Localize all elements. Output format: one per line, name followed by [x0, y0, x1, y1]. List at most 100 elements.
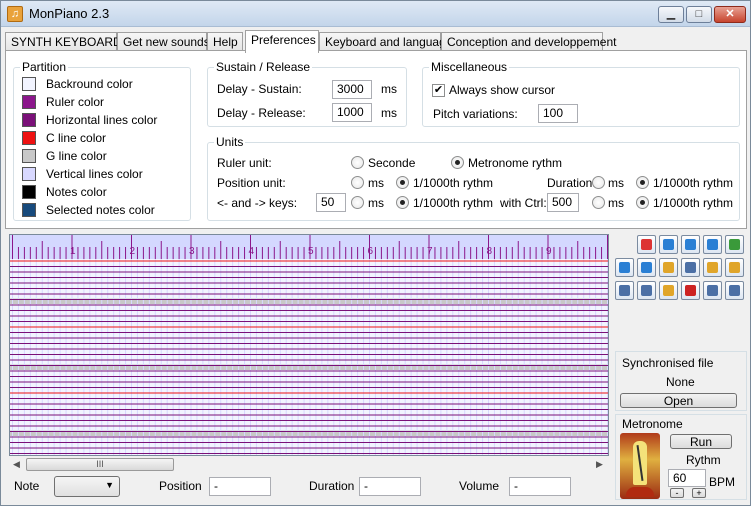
- tab-preferences[interactable]: Preferences: [245, 30, 319, 53]
- partition-title: Partition: [20, 60, 69, 74]
- open-folder-button[interactable]: [659, 258, 678, 277]
- rewind-button[interactable]: [615, 258, 634, 277]
- arrow-keys-label: <- and -> keys:: [217, 196, 298, 210]
- ruler-number: 5: [308, 246, 314, 257]
- delete-button[interactable]: [681, 281, 700, 300]
- tab-get-new-sounds[interactable]: Get new sounds: [117, 32, 210, 52]
- scroll-left-arrow[interactable]: ◀: [13, 459, 20, 470]
- ruler: 1 2 3 4 5 6 7 8 9: [10, 235, 608, 259]
- keys-ms-radio[interactable]: [351, 196, 364, 209]
- g-line-color-label: G line color: [46, 149, 107, 163]
- open-file-button[interactable]: Open: [620, 393, 737, 408]
- keys-ms-label: ms: [368, 196, 384, 210]
- tab-keyboard-language[interactable]: Keyboard and language: [319, 32, 452, 52]
- horizontal-scrollbar[interactable]: ◀ III ▶: [9, 457, 609, 473]
- duration-ms-radio[interactable]: [592, 176, 605, 189]
- piano-roll[interactable]: 1 2 3 4 5 6 7 8 9: [9, 234, 609, 456]
- record-button[interactable]: [637, 235, 656, 254]
- c-line-color-swatch[interactable]: [22, 131, 36, 145]
- zoom-in-button[interactable]: [703, 258, 722, 277]
- forward-button[interactable]: [637, 258, 656, 277]
- tab-conception[interactable]: Conception and developpement: [441, 32, 616, 52]
- delay-sustain-label: Delay - Sustain:: [217, 82, 302, 96]
- duration-input[interactable]: -: [359, 477, 421, 496]
- redo-icon: [729, 285, 740, 296]
- refresh-button[interactable]: [725, 235, 744, 254]
- redo-button[interactable]: [725, 281, 744, 300]
- duration-rythm-label: 1/1000th rythm: [653, 176, 734, 190]
- duration-rythm-radio[interactable]: [636, 176, 649, 189]
- rythm-input[interactable]: 60: [668, 469, 706, 487]
- always-show-cursor-label: Always show cursor: [449, 83, 556, 97]
- zoom-out-button[interactable]: [725, 258, 744, 277]
- units-title: Units: [214, 135, 246, 149]
- duration-ms-label: ms: [608, 176, 624, 190]
- position-input[interactable]: -: [209, 477, 271, 496]
- background-color-swatch[interactable]: [22, 77, 36, 91]
- miscellaneous-group: Miscellaneous ✔ Always show cursor Pitch…: [422, 60, 740, 127]
- ruler-seconde-label: Seconde: [368, 156, 416, 170]
- rewind-icon: [619, 262, 630, 273]
- notes-color-label: Notes color: [46, 185, 107, 199]
- paste-button[interactable]: [659, 281, 678, 300]
- ruler-seconde-radio[interactable]: [351, 156, 364, 169]
- vertical-lines-color-swatch[interactable]: [22, 167, 36, 181]
- position-unit-label: Position unit:: [217, 176, 286, 190]
- keys-rythm-radio[interactable]: [396, 196, 409, 209]
- paste-icon: [663, 285, 674, 296]
- ctrl-rythm-label: 1/1000th rythm: [653, 196, 734, 210]
- delay-release-input[interactable]: 1000: [332, 103, 372, 122]
- maximize-button[interactable]: □: [686, 6, 712, 23]
- rythm-decrease-button[interactable]: -: [670, 488, 684, 498]
- with-ctrl-label: with Ctrl:: [500, 196, 547, 210]
- c-line-color-label: C line color: [46, 131, 107, 145]
- undo-icon: [707, 285, 718, 296]
- position-ms-radio[interactable]: [351, 176, 364, 189]
- position-rythm-radio[interactable]: [396, 176, 409, 189]
- horizontal-lines-color-label: Horizontal lines color: [46, 113, 158, 127]
- forward-icon: [641, 262, 652, 273]
- position-label: Position: [159, 479, 202, 493]
- ctrl-ms-radio[interactable]: [592, 196, 605, 209]
- delay-sustain-input[interactable]: 3000: [332, 80, 372, 99]
- selected-notes-color-swatch[interactable]: [22, 203, 36, 217]
- selected-notes-color-label: Selected notes color: [46, 203, 155, 217]
- partition-group: Partition Backround color Ruler color Ho…: [13, 60, 191, 221]
- ruler-metronome-radio[interactable]: [451, 156, 464, 169]
- horizontal-lines-color-swatch[interactable]: [22, 113, 36, 127]
- rythm-increase-button[interactable]: +: [692, 488, 706, 498]
- pause-button[interactable]: [681, 235, 700, 254]
- pitch-variations-label: Pitch variations:: [433, 107, 518, 121]
- arrow-keys-input[interactable]: 50: [316, 193, 346, 212]
- ruler-color-swatch[interactable]: [22, 95, 36, 109]
- scroll-thumb[interactable]: III: [26, 458, 174, 471]
- undo-button[interactable]: [703, 281, 722, 300]
- tab-synth-keyboard[interactable]: SYNTH KEYBOARD: [5, 32, 122, 52]
- metronome-run-button[interactable]: Run: [670, 434, 732, 449]
- save-button[interactable]: [681, 258, 700, 277]
- minimize-button[interactable]: ▁: [658, 6, 684, 23]
- ctrl-rythm-radio[interactable]: [636, 196, 649, 209]
- delay-release-label: Delay - Release:: [217, 106, 306, 120]
- notes-color-swatch[interactable]: [22, 185, 36, 199]
- pause-icon: [685, 239, 696, 250]
- pitch-variations-input[interactable]: 100: [538, 104, 578, 123]
- close-button[interactable]: ✕: [714, 6, 746, 23]
- note-select[interactable]: ▼: [54, 476, 120, 497]
- tab-help[interactable]: Help: [207, 32, 243, 52]
- position-ms-label: ms: [368, 176, 384, 190]
- play-button[interactable]: [659, 235, 678, 254]
- stop-button[interactable]: [703, 235, 722, 254]
- volume-input[interactable]: -: [509, 477, 571, 496]
- note-grid[interactable]: [10, 259, 608, 455]
- play-icon: [663, 239, 674, 250]
- scroll-right-arrow[interactable]: ▶: [596, 459, 603, 470]
- chevron-down-icon: ▼: [105, 480, 114, 490]
- g-line-color-swatch[interactable]: [22, 149, 36, 163]
- always-show-cursor-checkbox[interactable]: ✔: [432, 84, 445, 97]
- volume-label: Volume: [459, 479, 500, 493]
- zoom-out-icon: [729, 262, 740, 273]
- cut-button[interactable]: [637, 281, 656, 300]
- with-ctrl-input[interactable]: 500: [547, 193, 579, 212]
- select-button[interactable]: [615, 281, 634, 300]
